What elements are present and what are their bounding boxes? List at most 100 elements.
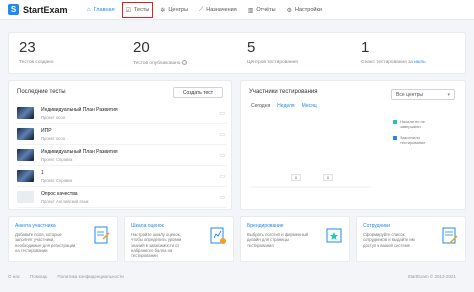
card-text: Выбрать логотип и фирменный дизайн для с…: [247, 232, 309, 248]
top-bar: S StartExam ⌂ Главная ☑ Тесты ✲ Центры ⟋…: [0, 0, 474, 20]
list-item[interactable]: ИПР Проект осоо ▭: [17, 124, 227, 145]
card-grading-scale[interactable]: Шкала оценок Настройте шкалу оценок, что…: [124, 216, 234, 262]
folder-icon[interactable]: ▭: [219, 152, 225, 159]
scale-illustration-icon: [210, 227, 226, 244]
legend-swatch: [393, 136, 397, 140]
tab-month[interactable]: Месяц: [302, 103, 317, 109]
legend-label: Закончили тестирование: [400, 135, 426, 145]
participants-chart: 0 0: [251, 115, 371, 193]
test-thumbnail: [17, 191, 34, 203]
stat-centers: 5 Центров тестирования: [237, 33, 351, 73]
settings-icon: ⚙: [286, 7, 292, 14]
month-link[interactable]: июль: [414, 60, 425, 65]
tab-week[interactable]: Неделя: [277, 103, 294, 109]
panel-title: Участники тестирования: [249, 89, 318, 95]
logo[interactable]: S StartExam: [8, 4, 68, 15]
card-text: Сформируйте список сотрудников и выдайте…: [363, 232, 415, 248]
folder-icon[interactable]: ▭: [219, 110, 225, 117]
period-tabs: Сегодня Неделя Месяц: [251, 103, 324, 109]
card-branding[interactable]: Брендирование Выбрать логотип и фирменны…: [240, 216, 350, 262]
test-text: Опрос качества Проект Английский язык: [41, 191, 88, 204]
test-text: Индивидуальный План Развития Проект Спра…: [41, 149, 118, 162]
test-list: Индивидуальный План Развития Проект осоо…: [17, 103, 227, 208]
form-illustration-icon: [94, 226, 110, 244]
legend-swatch: [393, 120, 397, 124]
stat-label-wrap: Сеанс тестирования за июль: [361, 60, 455, 65]
panel-title: Последние тесты: [17, 89, 66, 95]
legend-item: Начали но не завершили: [393, 119, 434, 129]
bar-value-label: 0: [323, 174, 333, 181]
stat-value: 5: [247, 39, 256, 56]
list-item[interactable]: Индивидуальный План Развития Проект осоо…: [17, 103, 227, 124]
list-item[interactable]: Опрос качества Проект Английский язык ▭: [17, 187, 227, 208]
footer-link-privacy[interactable]: Политика конфиденциальности: [57, 274, 123, 279]
test-project: Проект Английский язык: [41, 198, 89, 204]
feature-cards: Анкета участника Добавьте поля, которые …: [8, 216, 466, 262]
test-check-icon: ☑: [125, 7, 131, 14]
list-item[interactable]: Индивидуальный План Развития Проект Спра…: [17, 145, 227, 166]
main-nav: ⌂ Главная ☑ Тесты ✲ Центры ⟋ Назначения …: [84, 0, 330, 20]
nav-item-home[interactable]: ⌂ Главная: [84, 3, 118, 17]
test-text: 1 Проект Справка: [41, 170, 72, 183]
stat-label: Сеанс тестирования за: [361, 60, 415, 65]
nav-item-tests[interactable]: ☑ Тесты: [121, 2, 154, 18]
home-icon: ⌂: [87, 7, 91, 13]
test-text: ИПР Проект осоо: [41, 128, 65, 141]
stats-row: 23 Тестов создано 20 Тестов опубликовано…: [8, 32, 466, 74]
nav-item-centers[interactable]: ✲ Центры: [157, 3, 191, 17]
create-test-button[interactable]: Создать тест: [173, 87, 223, 98]
nav-item-label: Отчёты: [256, 7, 276, 13]
logo-text: StartExam: [23, 4, 68, 15]
test-project: Проект Справка: [41, 156, 73, 162]
legend-item: Закончили тестирование: [393, 135, 434, 145]
chart-icon: ▥: [247, 7, 254, 14]
card-text: Настройте шкалу оценок, чтобы определить…: [131, 232, 182, 259]
branding-illustration-icon: [326, 228, 342, 243]
stat-label-wrap: Тестов опубликовано i: [133, 60, 227, 66]
stat-value: 1: [361, 39, 370, 56]
test-project: Проект осоо: [41, 135, 66, 141]
nav-item-assignments[interactable]: ⟋ Назначения: [196, 3, 240, 17]
nav-item-settings[interactable]: ⚙ Настройки: [284, 3, 325, 17]
nav-item-label: Главная: [93, 7, 115, 13]
test-name: Опрос качества: [41, 190, 78, 197]
test-name: Индивидуальный План Развития: [41, 106, 118, 113]
copyright: StartExam © 2013-2021: [407, 274, 456, 279]
center-select[interactable]: Все центры ▾: [391, 89, 455, 100]
chevron-down-icon: ▾: [447, 92, 450, 98]
gear-icon: ✲: [160, 7, 166, 14]
footer-link-about[interactable]: О нас: [8, 274, 20, 279]
info-icon[interactable]: i: [182, 60, 188, 65]
nav-item-label: Центры: [168, 7, 189, 13]
tab-today[interactable]: Сегодня: [251, 103, 270, 109]
test-project: Проект осоо: [41, 114, 66, 120]
stat-tests-created: 23 Тестов создано: [9, 33, 123, 73]
test-thumbnail: [17, 107, 34, 119]
select-value: Все центры: [396, 91, 424, 98]
stat-value: 23: [19, 39, 36, 56]
test-thumbnail: [17, 149, 34, 161]
bar-value-label: 0: [291, 174, 301, 181]
stat-label: Тестов создано: [19, 60, 54, 65]
folder-icon[interactable]: ▭: [219, 194, 225, 201]
card-text: Добавьте поля, которые заполнят участник…: [15, 232, 76, 253]
test-name: Индивидуальный План Развития: [41, 148, 118, 155]
nav-item-label: Тесты: [133, 7, 150, 13]
test-name: 1: [41, 169, 44, 176]
nav-item-reports[interactable]: ▥ Отчёты: [245, 3, 279, 17]
list-item[interactable]: 1 Проект Справка ▭: [17, 166, 227, 187]
logo-mark-icon: S: [8, 4, 19, 15]
stat-sessions: 1 Сеанс тестирования за июль: [351, 33, 465, 73]
nav-item-label: Настройки: [294, 7, 322, 13]
employees-illustration-icon: [442, 227, 458, 244]
legend-label: Начали но не завершили: [400, 119, 425, 129]
chart-legend: Начали но не завершили Закончили тестиро…: [393, 119, 434, 151]
footer-link-help[interactable]: Помощь: [30, 274, 47, 279]
folder-icon[interactable]: ▭: [219, 131, 225, 138]
stat-label: Тестов опубликовано: [133, 60, 181, 66]
card-participant-form[interactable]: Анкета участника Добавьте поля, которые …: [8, 216, 118, 262]
chart-svg: [251, 186, 371, 188]
folder-icon[interactable]: ▭: [219, 173, 225, 180]
trend-icon: ⟋: [199, 6, 204, 13]
card-employees[interactable]: Сотрудники Сформируйте список сотруднико…: [356, 216, 466, 262]
